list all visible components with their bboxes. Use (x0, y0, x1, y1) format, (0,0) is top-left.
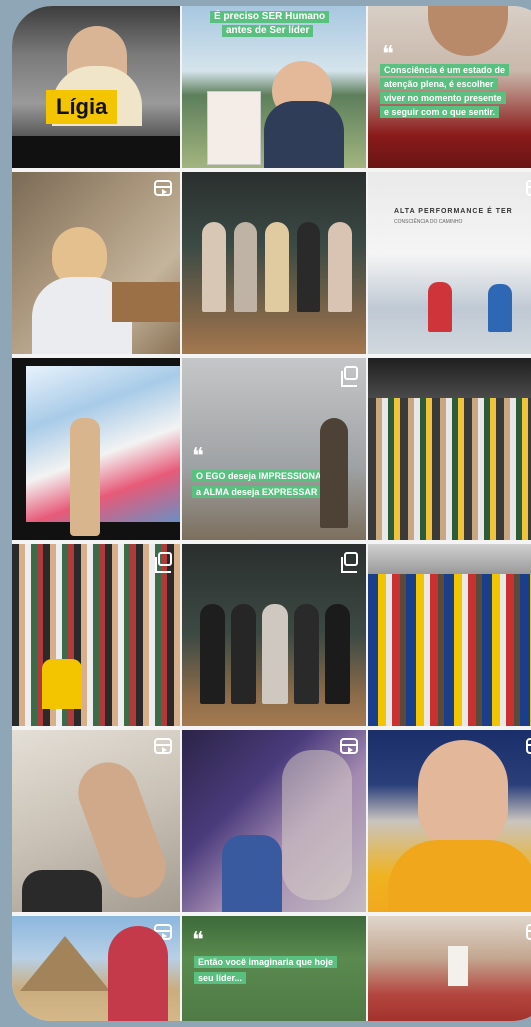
person-photo (428, 6, 508, 56)
person-photo (282, 750, 352, 900)
post-tile[interactable] (368, 358, 531, 540)
post-tile[interactable]: ❝ O EGO deseja IMPRESSIONAR a ALMA desej… (182, 358, 366, 540)
instagram-profile-grid: Lígia É preciso SER Humano antes de Ser … (12, 6, 531, 1021)
post-tile[interactable]: Lígia (12, 6, 180, 168)
reel-icon (154, 180, 172, 196)
reel-icon (154, 738, 172, 754)
post-caption: e seguir com o que sentir. (380, 106, 500, 118)
speaker-photo (70, 418, 100, 536)
reel-icon (340, 738, 358, 754)
reel-icon (526, 924, 531, 940)
post-tile[interactable] (182, 730, 366, 912)
post-tile[interactable]: É preciso SER Humano antes de Ser líder (182, 6, 366, 168)
quote-icon: ❝ (192, 444, 204, 469)
quote-icon: ❝ (192, 928, 204, 953)
post-tile[interactable]: ALTA PERFORMANCE É TER CONSCIÊNCIA DO CA… (368, 172, 531, 354)
person-photo (264, 101, 344, 168)
reel-icon (526, 738, 531, 754)
stage-screen (26, 366, 180, 522)
post-caption: atenção plena, é escolher (380, 78, 498, 90)
runner-photo (488, 284, 512, 332)
post-tile[interactable]: ❝ Consciência é um estado de atenção ple… (368, 6, 531, 168)
post-caption: Então você imaginaria que hoje (194, 956, 338, 968)
post-caption: O EGO deseja IMPRESSIONAR (192, 470, 333, 482)
group-photo (202, 222, 352, 312)
book-image (207, 91, 261, 165)
reel-icon (526, 180, 531, 196)
post-caption: antes de Ser líder (222, 25, 314, 37)
person-photo (108, 926, 168, 1021)
person-photo (22, 870, 102, 912)
post-tile[interactable] (12, 916, 180, 1021)
post-caption: Consciência é um estado de (380, 64, 510, 76)
post-tile[interactable] (12, 358, 180, 540)
pyramid-image (20, 936, 110, 991)
post-tile[interactable] (12, 730, 180, 912)
post-caption: a ALMA deseja EXPRESSAR (192, 486, 322, 498)
person-photo (222, 835, 282, 912)
post-caption: É preciso SER Humano (210, 11, 330, 23)
post-tile[interactable] (368, 730, 531, 912)
runner-photo (428, 282, 452, 332)
quote-icon: ❝ (382, 42, 394, 67)
post-name-label: Lígia (46, 90, 118, 124)
post-caption: ALTA PERFORMANCE É TER (394, 208, 513, 215)
carousel-icon (155, 552, 172, 573)
post-tile[interactable]: ❝ Então você imaginaria que hoje seu líd… (182, 916, 366, 1021)
carousel-icon (341, 552, 358, 573)
table-image (112, 282, 180, 322)
person-photo (320, 418, 348, 528)
post-tile[interactable] (12, 172, 180, 354)
venue-ceiling (368, 358, 531, 398)
post-tile[interactable] (368, 916, 531, 1021)
post-caption: CONSCIÊNCIA DO CAMINHO (394, 219, 463, 225)
person-photo (388, 840, 531, 912)
post-caption: seu líder... (194, 972, 247, 984)
post-background (12, 136, 180, 168)
post-caption: viver no momento presente (380, 92, 506, 104)
screen-image (448, 946, 468, 986)
group-photo (200, 604, 351, 704)
post-tile[interactable] (368, 544, 531, 726)
person-photo (42, 659, 82, 709)
post-tile[interactable] (182, 544, 366, 726)
venue-ceiling (368, 544, 531, 574)
person-face (418, 740, 508, 850)
carousel-icon (341, 366, 358, 387)
post-tile[interactable] (12, 544, 180, 726)
post-tile[interactable] (182, 172, 366, 354)
